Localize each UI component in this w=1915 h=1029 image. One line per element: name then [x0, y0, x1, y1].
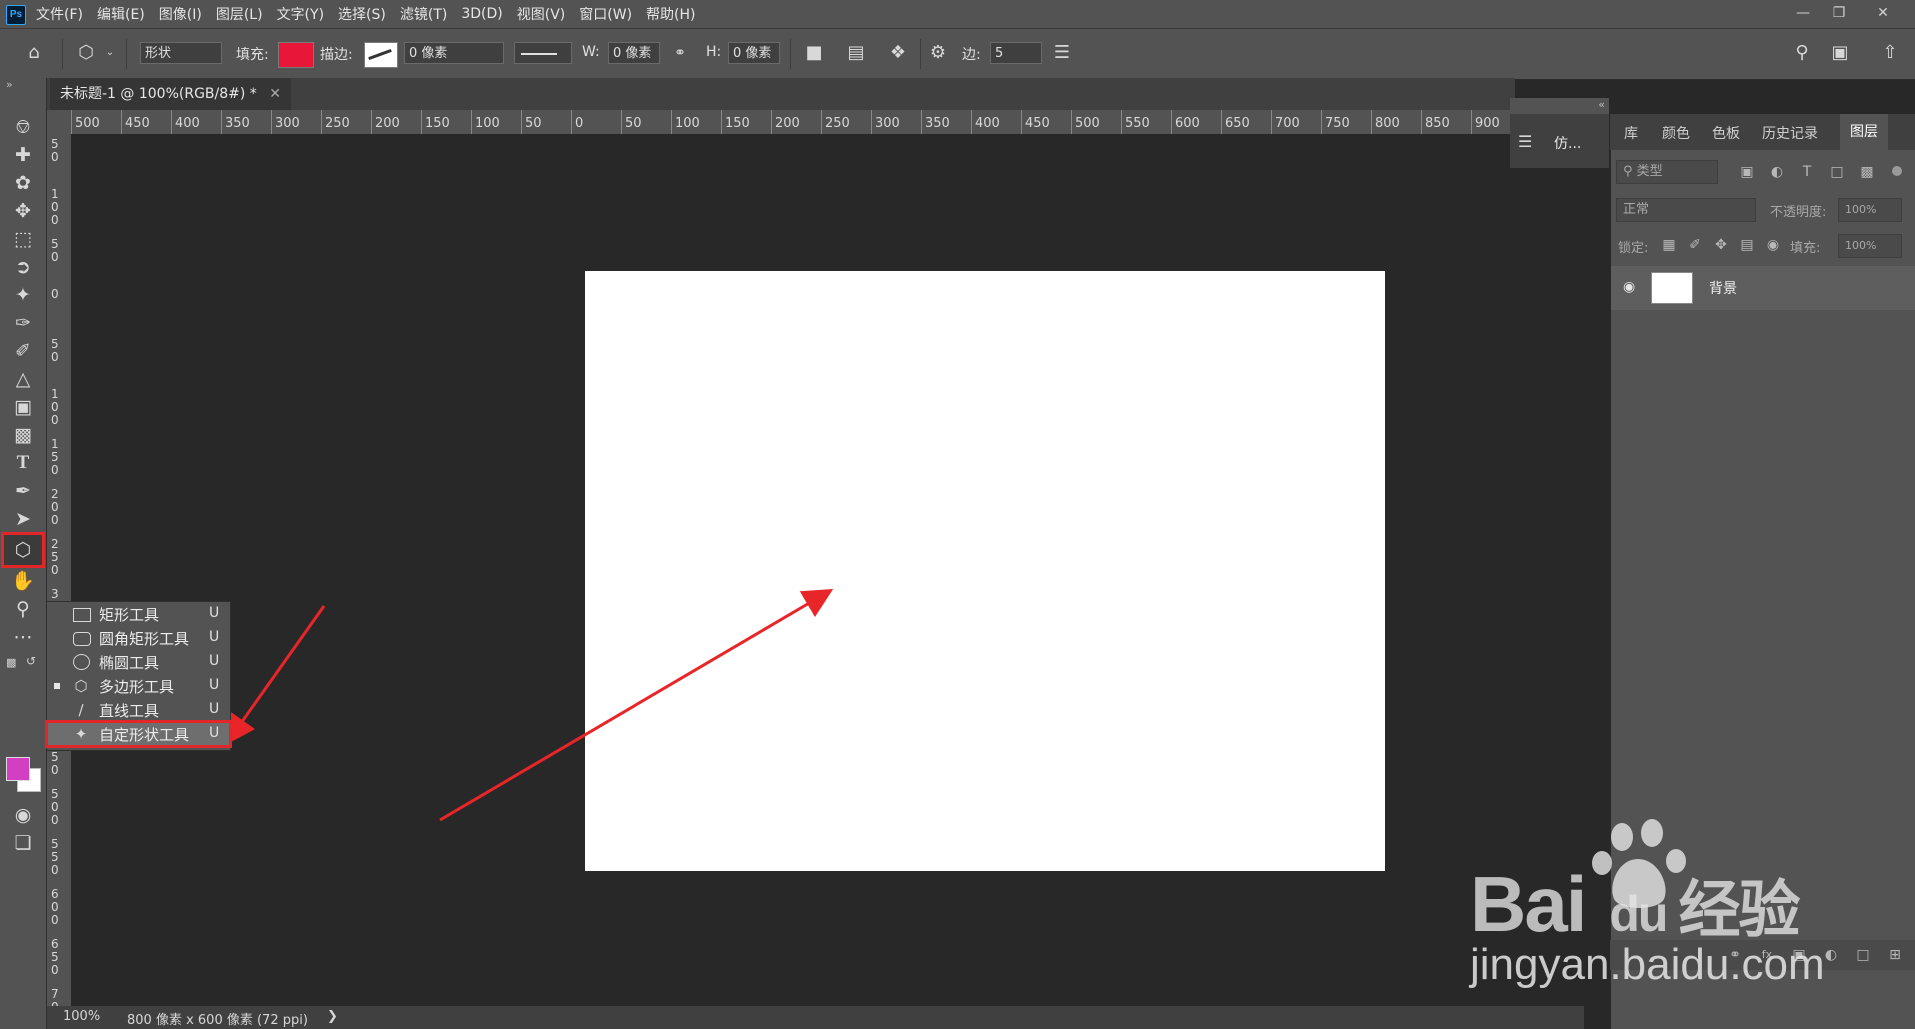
- watermark-brand-part3: 经验: [1678, 876, 1800, 945]
- layer-filter-select[interactable]: ⚲ 类型: [1616, 160, 1718, 184]
- lock-image-icon[interactable]: ✐: [1686, 236, 1704, 254]
- tab-history[interactable]: 历史记录: [1762, 123, 1818, 143]
- current-tool-indicator: [54, 683, 60, 689]
- ellipse-tool-item[interactable]: 椭圆工具 U: [47, 650, 230, 674]
- shortcut-label: U: [209, 653, 220, 669]
- ellipse-icon: [73, 654, 90, 670]
- adjustment-filter-icon[interactable]: ◐: [1768, 163, 1786, 181]
- rectangle-tool-label: 矩形工具: [99, 606, 160, 624]
- line-icon: ∕: [78, 701, 84, 719]
- ellipse-tool-label: 椭圆工具: [99, 654, 160, 672]
- status-bar: 100% 800 像素 x 600 像素 (72 ppi) ❯: [47, 1006, 1584, 1029]
- custom-shape-tool-item[interactable]: ✦ 自定形状工具 U: [45, 720, 232, 748]
- custom-shape-icon: ✦: [74, 725, 88, 743]
- layer-name: 背景: [1709, 281, 1737, 297]
- shortcut-label: U: [209, 605, 220, 621]
- visibility-eye-icon[interactable]: ◉: [1623, 279, 1635, 295]
- annotation-arrow: [225, 605, 326, 745]
- clone-source-icon: ☰: [1518, 132, 1533, 151]
- polygon-tool-item[interactable]: ⬡ 多边形工具 U: [47, 674, 230, 698]
- watermark-brand: Bai du 经验: [1470, 859, 1801, 950]
- panel-tabs: 库 颜色 色板 历史记录 图层: [1610, 114, 1915, 150]
- pixel-layer-filter-icon[interactable]: ▣: [1738, 163, 1756, 181]
- tab-libraries[interactable]: 库: [1624, 123, 1638, 143]
- watermark-url: jingyan.baidu.com: [1470, 940, 1825, 989]
- rectangle-icon: [73, 608, 91, 622]
- tab-color[interactable]: 颜色: [1662, 123, 1690, 143]
- fill-input[interactable]: 100%: [1838, 234, 1902, 258]
- filter-type-label: 类型: [1636, 164, 1663, 179]
- baidu-watermark: Bai du 经验 jingyan.baidu.com: [1470, 815, 1910, 1025]
- shape-filter-icon[interactable]: □: [1828, 163, 1846, 181]
- polygon-icon: ⬡: [74, 677, 88, 695]
- chevron-right-icon[interactable]: ❯: [327, 1009, 338, 1024]
- mini-history-panel[interactable]: ☰ 仿...: [1510, 114, 1609, 168]
- lock-position-icon[interactable]: ✥: [1712, 236, 1730, 254]
- line-tool-item[interactable]: ∕ 直线工具 U: [47, 698, 230, 722]
- search-icon: ⚲: [1623, 164, 1637, 179]
- blend-mode-select[interactable]: 正常: [1616, 198, 1756, 222]
- watermark-brand-part1: Bai: [1470, 860, 1587, 948]
- lock-label: 锁定:: [1618, 241, 1649, 256]
- document-info: 800 像素 x 600 像素 (72 ppi): [127, 1013, 308, 1028]
- smart-object-filter-icon[interactable]: ▩: [1858, 163, 1876, 181]
- lock-artboard-icon[interactable]: ▤: [1738, 236, 1756, 254]
- shortcut-label: U: [209, 725, 220, 741]
- tab-swatches[interactable]: 色板: [1712, 123, 1740, 143]
- tab-layers[interactable]: 图层: [1840, 114, 1888, 150]
- line-tool-label: 直线工具: [99, 702, 160, 720]
- zoom-level[interactable]: 100%: [63, 1009, 100, 1024]
- shortcut-label: U: [209, 701, 220, 717]
- layer-thumbnail: [1651, 272, 1693, 304]
- opacity-label: 不透明度:: [1770, 205, 1827, 220]
- shortcut-label: U: [209, 629, 220, 645]
- rectangle-tool-item[interactable]: 矩形工具 U: [47, 602, 230, 626]
- watermark-brand-part2: du: [1609, 886, 1668, 942]
- filter-toggle-icon[interactable]: [1892, 166, 1902, 176]
- shape-tools-flyout: 矩形工具 U 圆角矩形工具 U 椭圆工具 U ⬡ 多边形工具 U ∕ 直线工具 …: [45, 601, 232, 751]
- type-filter-icon[interactable]: T: [1798, 163, 1816, 181]
- rounded-rectangle-icon: [73, 632, 91, 646]
- opacity-input[interactable]: 100%: [1838, 198, 1902, 222]
- mini-panel-label: 仿...: [1554, 136, 1582, 152]
- layer-row[interactable]: ◉ 背景: [1611, 266, 1915, 310]
- rounded-rectangle-tool-label: 圆角矩形工具: [99, 630, 190, 648]
- expand-panels-icon[interactable]: «: [1598, 98, 1605, 111]
- lock-all-icon[interactable]: ◉: [1764, 236, 1782, 254]
- shortcut-label: U: [209, 677, 220, 693]
- annotation-arrow: [439, 588, 834, 822]
- rounded-rectangle-tool-item[interactable]: 圆角矩形工具 U: [47, 626, 230, 650]
- polygon-tool-label: 多边形工具: [99, 678, 175, 696]
- custom-shape-tool-label: 自定形状工具: [99, 726, 190, 744]
- lock-transparent-icon[interactable]: ▦: [1660, 236, 1678, 254]
- fill-label: 填充:: [1790, 241, 1821, 256]
